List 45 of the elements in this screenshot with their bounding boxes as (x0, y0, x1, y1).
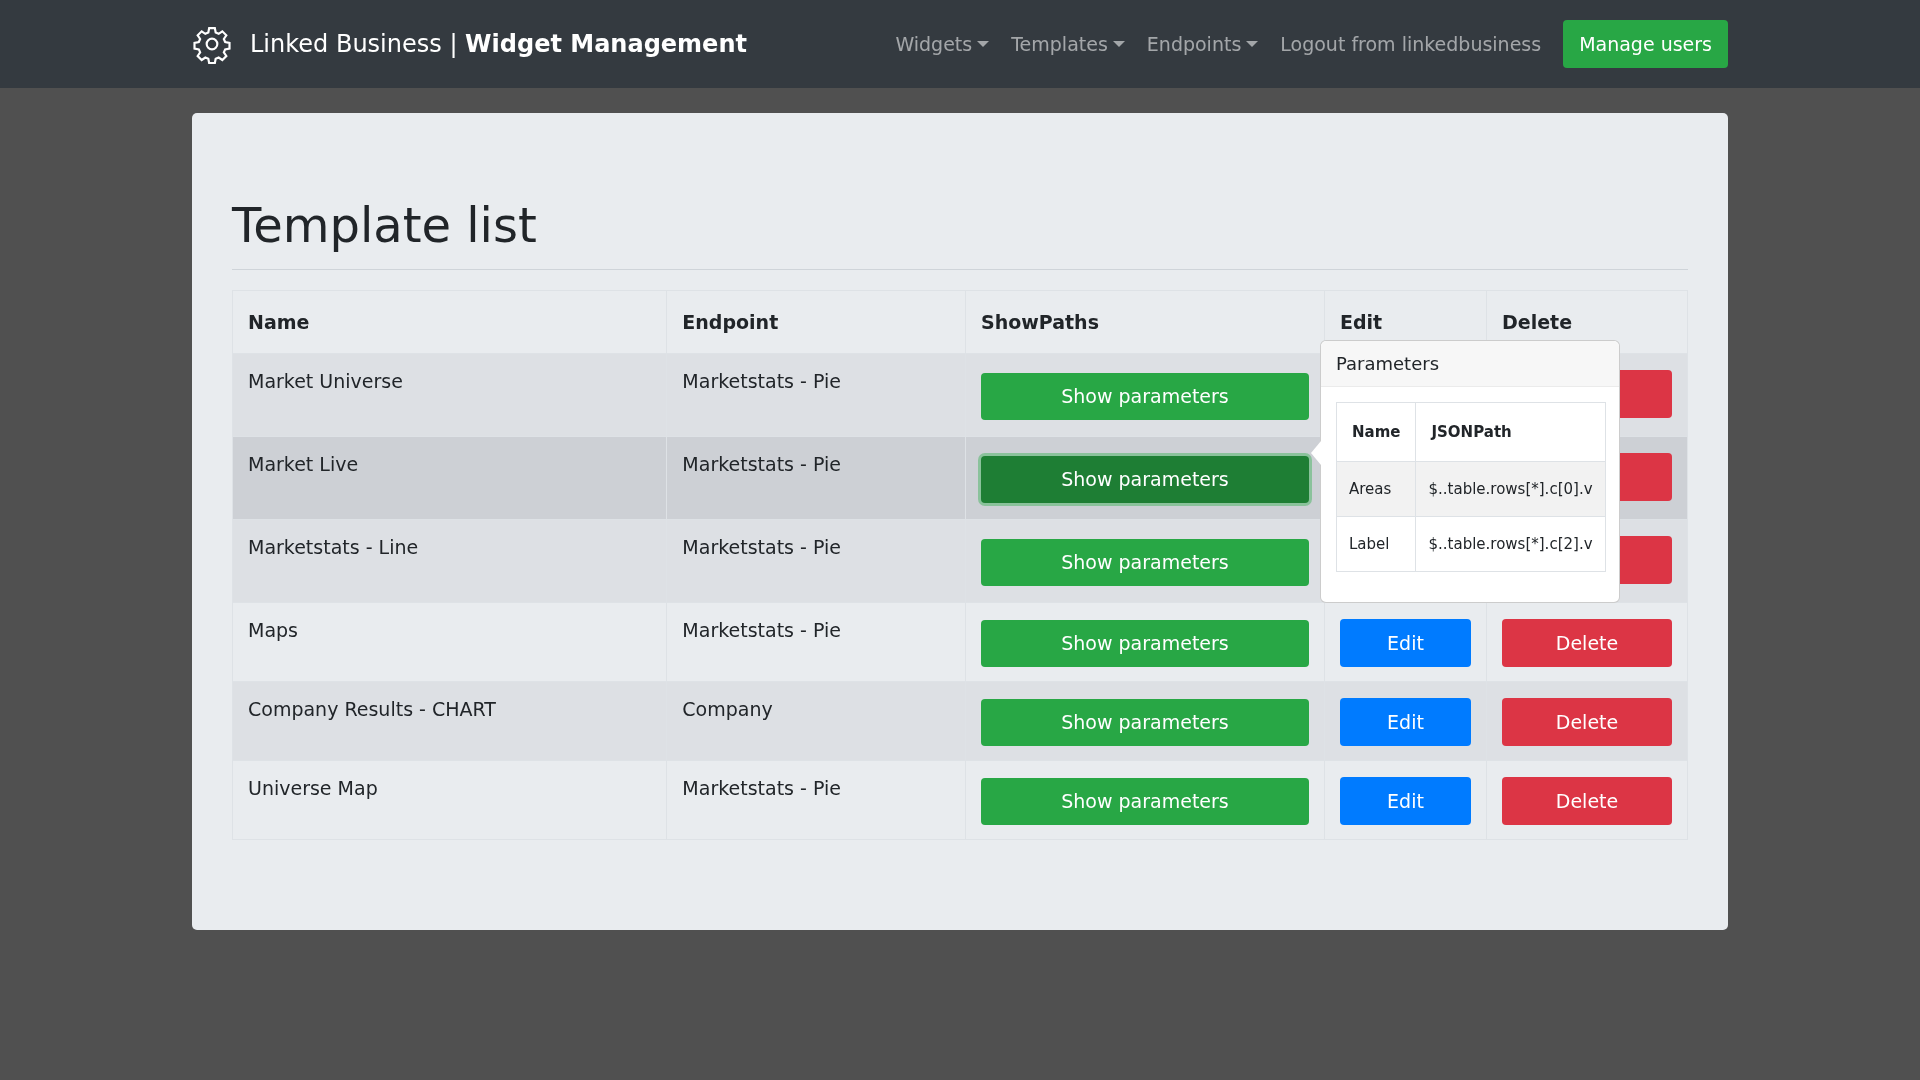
column-header: Name (232, 290, 667, 354)
manage-users-button[interactable]: Manage users (1563, 20, 1728, 68)
edit-button[interactable]: Edit (1340, 777, 1471, 825)
table-cell: Marketstats - Pie (666, 436, 966, 520)
show-parameters-button[interactable]: Show parameters (981, 777, 1309, 825)
popover-title: Parameters (1321, 341, 1619, 387)
column-header: Endpoint (666, 290, 966, 354)
column-header: JSONPath (1416, 402, 1606, 462)
column-header: Name (1336, 402, 1416, 462)
table-cell: Marketstats - Pie (666, 602, 966, 682)
edit-button[interactable]: Edit (1340, 619, 1471, 667)
show-parameters-button[interactable]: Show parameters (981, 455, 1309, 503)
show-parameters-button[interactable]: Show parameters (981, 372, 1309, 420)
delete-button[interactable]: Delete (1502, 777, 1672, 825)
nav-link[interactable]: Logout from linkedbusiness (1280, 33, 1542, 55)
brand-title[interactable]: Linked Business | Widget Management (250, 30, 747, 58)
caret-icon (977, 41, 990, 47)
table-cell: Maps (232, 602, 667, 682)
table-cell: $..table.rows[*].c[0].v (1416, 461, 1606, 517)
show-parameters-button[interactable]: Show parameters (981, 619, 1309, 667)
table-cell: $..table.rows[*].c[2].v (1416, 516, 1606, 572)
nav-link[interactable]: Templates (1011, 33, 1125, 55)
table-cell: Marketstats - Pie (666, 353, 966, 437)
table-cell: Areas (1336, 461, 1416, 517)
table-cell: Marketstats - Pie (666, 519, 966, 603)
show-parameters-button[interactable]: Show parameters (981, 698, 1309, 746)
table-cell: Market Universe (232, 353, 667, 437)
table-cell: Company (666, 681, 966, 761)
delete-button[interactable]: Delete (1502, 619, 1672, 667)
edit-button[interactable]: Edit (1340, 698, 1471, 746)
gear-icon (192, 24, 232, 64)
table-cell: Marketstats - Pie (666, 760, 966, 840)
show-parameters-button[interactable]: Show parameters (981, 538, 1309, 586)
table-cell: Label (1336, 516, 1416, 572)
column-header: ShowPaths (965, 290, 1325, 354)
caret-icon (1112, 41, 1125, 47)
table-cell: Universe Map (232, 760, 667, 840)
delete-button[interactable]: Delete (1502, 698, 1672, 746)
table-cell: Market Live (232, 436, 667, 520)
table-cell: Marketstats - Line (232, 519, 667, 603)
table-cell: Company Results - CHART (232, 681, 667, 761)
nav-link[interactable]: Endpoints (1146, 33, 1259, 55)
nav-link[interactable]: Widgets (895, 33, 990, 55)
caret-icon (1246, 41, 1259, 47)
page-title: Template list (232, 197, 1688, 270)
